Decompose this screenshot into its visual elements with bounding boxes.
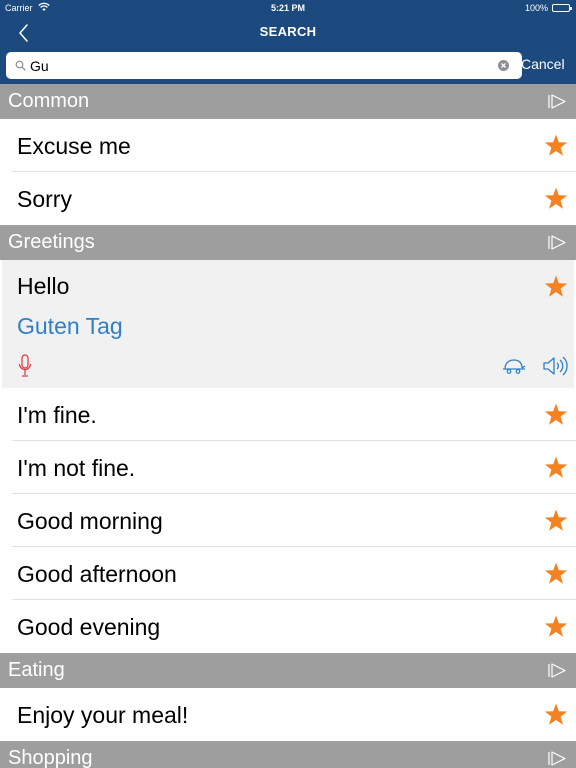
list-item[interactable]: I'm not fine. bbox=[0, 441, 576, 494]
section-title: Greetings bbox=[8, 231, 95, 253]
play-all-icon[interactable] bbox=[548, 663, 566, 678]
play-all-icon[interactable] bbox=[548, 751, 566, 766]
phrase-list: Common Excuse me Sorry Greetings Hello G… bbox=[0, 84, 576, 768]
play-all-icon[interactable] bbox=[548, 94, 566, 109]
microphone-icon[interactable] bbox=[18, 354, 32, 378]
phrase-label: Excuse me bbox=[17, 133, 131, 159]
list-item[interactable]: Good morning bbox=[0, 494, 576, 547]
section-title: Shopping bbox=[8, 747, 93, 768]
phrase-label: Good afternoon bbox=[17, 561, 177, 587]
section-header-eating[interactable]: Eating bbox=[0, 653, 576, 688]
star-icon[interactable] bbox=[544, 562, 568, 585]
phrase-label: I'm not fine. bbox=[17, 455, 136, 481]
section-title: Common bbox=[8, 90, 90, 112]
star-icon[interactable] bbox=[544, 615, 568, 638]
section-header-shopping[interactable]: Shopping bbox=[0, 741, 576, 768]
star-icon[interactable] bbox=[544, 456, 568, 479]
list-item[interactable]: Excuse me bbox=[0, 119, 576, 172]
section-title: Eating bbox=[8, 659, 65, 681]
list-item[interactable]: Enjoy your meal! bbox=[0, 688, 576, 741]
battery-percent: 100% bbox=[524, 3, 548, 13]
search-icon bbox=[15, 60, 26, 71]
star-icon[interactable] bbox=[544, 275, 568, 298]
search-input[interactable] bbox=[30, 55, 490, 76]
battery-icon bbox=[552, 4, 572, 12]
phrase-label: Enjoy your meal! bbox=[17, 702, 189, 728]
search-bar[interactable] bbox=[6, 52, 522, 79]
expanded-list-item[interactable]: Hello Guten Tag bbox=[2, 260, 574, 388]
star-icon[interactable] bbox=[544, 703, 568, 726]
phrase-label: I'm fine. bbox=[17, 402, 97, 428]
star-icon[interactable] bbox=[544, 509, 568, 532]
section-header-common[interactable]: Common bbox=[0, 84, 576, 119]
speaker-icon[interactable] bbox=[542, 355, 568, 377]
phrase-translation: Guten Tag bbox=[17, 313, 123, 339]
list-item[interactable]: Good afternoon bbox=[0, 547, 576, 600]
play-all-icon[interactable] bbox=[548, 235, 566, 250]
status-bar: Carrier 5:21 PM 100% bbox=[0, 0, 576, 16]
phrase-label: Good morning bbox=[17, 508, 163, 534]
star-icon[interactable] bbox=[544, 134, 568, 157]
star-icon[interactable] bbox=[544, 187, 568, 210]
turtle-slow-playback-icon[interactable] bbox=[502, 358, 526, 374]
star-icon[interactable] bbox=[544, 403, 568, 426]
clock: 5:21 PM bbox=[270, 3, 305, 13]
section-header-greetings[interactable]: Greetings bbox=[0, 225, 576, 260]
list-item[interactable]: I'm fine. bbox=[0, 388, 576, 441]
page-title: SEARCH bbox=[259, 24, 317, 39]
list-item[interactable]: Sorry bbox=[0, 172, 576, 225]
phrase-label: Hello bbox=[17, 273, 70, 299]
nav-bar: SEARCH Cancel bbox=[0, 16, 576, 84]
phrase-label: Sorry bbox=[17, 186, 72, 212]
list-item[interactable]: Good evening bbox=[0, 600, 576, 653]
phrase-label: Good evening bbox=[17, 614, 161, 640]
cancel-button[interactable]: Cancel bbox=[521, 56, 565, 72]
clear-search-icon[interactable] bbox=[498, 60, 509, 71]
